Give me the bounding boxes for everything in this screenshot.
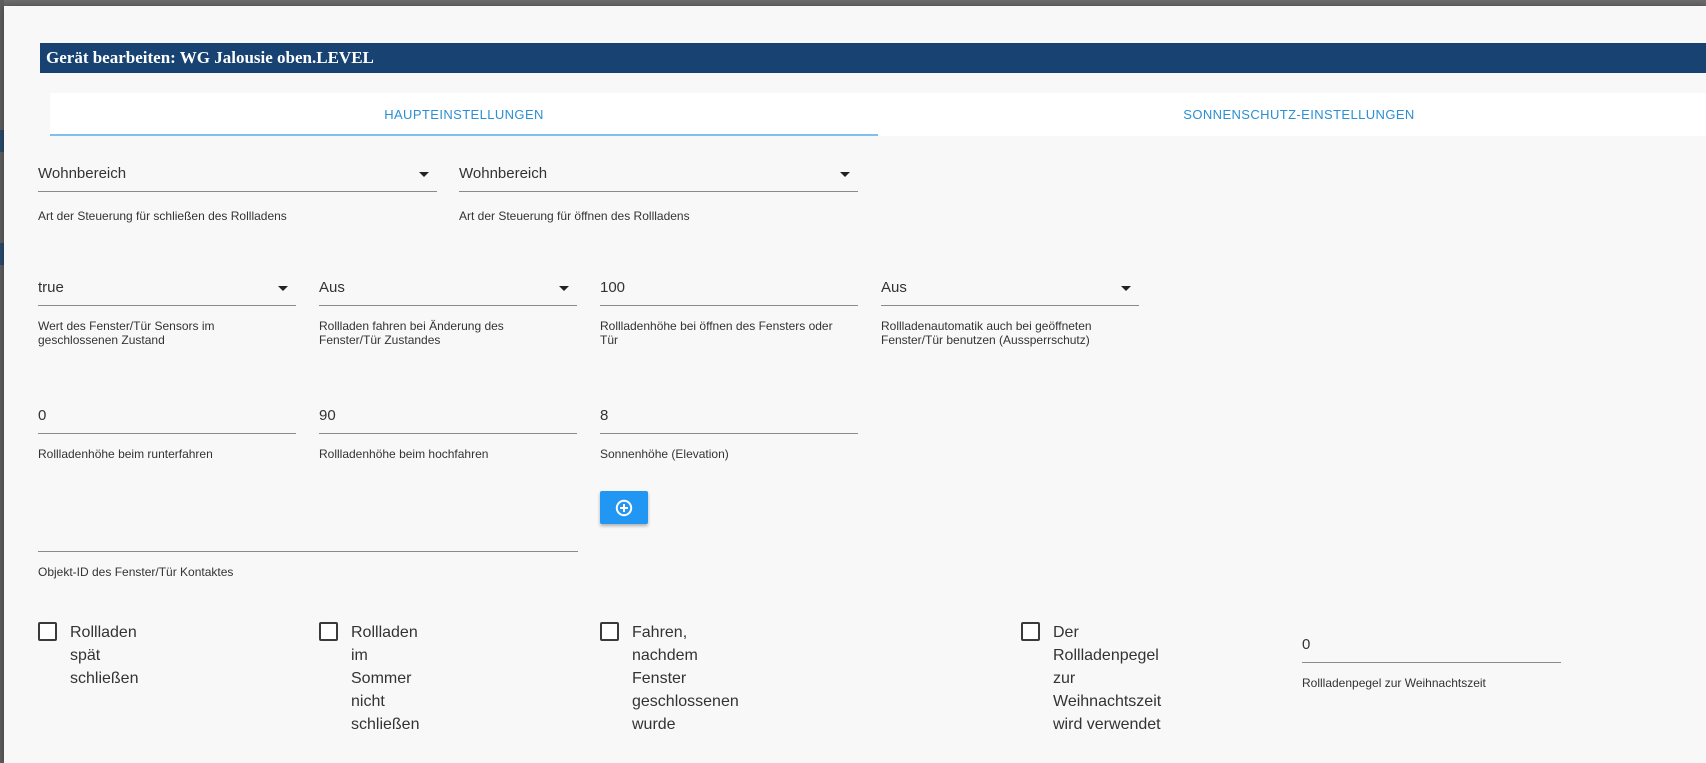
input-value: 8 — [600, 407, 609, 424]
select-value: Aus — [881, 279, 907, 296]
tab-bar: HAUPTEINSTELLUNGEN SONNENSCHUTZ-EINSTELL… — [50, 93, 1706, 136]
checkbox-label[interactable]: Fahren, nachdem Fenster geschlossenen wu… — [632, 621, 739, 736]
field-help: Objekt-ID des Fenster/Tür Kontaktes — [38, 565, 234, 579]
triangle-down-icon — [419, 172, 429, 177]
field-help: Sonnenhöhe (Elevation) — [600, 447, 729, 461]
help-line: Rollladenhöhe bei öffnen des Fensters od… — [600, 319, 833, 333]
field-help: Rollladen fahren bei Änderung des Fenste… — [319, 319, 504, 347]
tab-main-settings[interactable]: HAUPTEINSTELLUNGEN — [50, 93, 878, 136]
field-underline — [319, 305, 577, 306]
tab-sun-protection-settings[interactable]: SONNENSCHUTZ-EINSTELLUNGEN — [878, 93, 1706, 136]
select-value: Wohnbereich — [38, 165, 127, 182]
field-help: Art der Steuerung für öffnen des Rolllad… — [459, 209, 690, 223]
select-value: Wohnbereich — [459, 165, 548, 182]
checkbox-box[interactable] — [600, 622, 619, 641]
help-line: Wert des Fenster/Tür Sensors im — [38, 319, 215, 333]
checkbox-label[interactable]: Der Rollladenpegel zur Weihnachtszeit wi… — [1053, 621, 1161, 736]
field-underline — [600, 433, 858, 434]
plus-circle-icon — [615, 499, 633, 517]
input-value: 90 — [319, 407, 336, 424]
field-help: Rollladenhöhe bei öffnen des Fensters od… — [600, 319, 833, 347]
help-line: Rollladenautomatik auch bei geöffneten — [881, 319, 1092, 333]
field-underline — [600, 305, 858, 306]
label-line: Weihnachtszeit wird verwendet — [1053, 693, 1162, 733]
checkbox-label[interactable]: Rollladen spät schließen — [70, 621, 138, 690]
input-value: 0 — [1302, 636, 1311, 653]
help-line: Fenster/Tür Zustandes — [319, 333, 441, 347]
field-help: Rollladenhöhe beim hochfahren — [319, 447, 489, 461]
label-line: schließen — [351, 716, 420, 733]
field-underline — [38, 433, 296, 434]
select-value: true — [38, 279, 64, 296]
triangle-down-icon — [840, 172, 850, 177]
checkbox-box[interactable] — [319, 622, 338, 641]
select-value: Aus — [319, 279, 345, 296]
label-line: Der Rollladenpegel zur — [1053, 624, 1159, 687]
help-line: Tür — [600, 333, 618, 347]
help-line: geschlossenen Zustand — [38, 333, 165, 347]
edit-device-dialog: Gerät bearbeiten: WG Jalousie oben.LEVEL… — [4, 6, 1706, 763]
checkbox-box[interactable] — [38, 622, 57, 641]
field-help: Wert des Fenster/Tür Sensors im geschlos… — [38, 319, 215, 347]
label-line: Rollladen im Sommer nicht — [351, 624, 418, 710]
triangle-down-icon — [1121, 286, 1131, 291]
input-value: 0 — [38, 407, 47, 424]
field-underline — [459, 191, 858, 192]
help-line: Rollladen fahren bei Änderung des — [319, 319, 504, 333]
input-value: 100 — [600, 279, 626, 296]
field-help: Art der Steuerung für schließen des Roll… — [38, 209, 287, 223]
field-help: Rollladenpegel zur Weihnachtszeit — [1302, 676, 1486, 690]
field-underline — [319, 433, 577, 434]
triangle-down-icon — [278, 286, 288, 291]
checkbox-label[interactable]: Rollladen im Sommer nicht schließen — [351, 621, 419, 736]
field-underline — [1302, 662, 1561, 663]
checkbox-box[interactable] — [1021, 622, 1040, 641]
field-underline — [38, 305, 296, 306]
field-underline — [881, 305, 1139, 306]
field-underline — [38, 191, 437, 192]
add-button[interactable] — [600, 491, 648, 524]
field-help: Rollladenautomatik auch bei geöffneten F… — [881, 319, 1092, 347]
dialog-title: Gerät bearbeiten: WG Jalousie oben.LEVEL — [40, 43, 1706, 73]
field-underline — [38, 551, 578, 552]
help-line: Fenster/Tür benutzen (Aussperrschutz) — [881, 333, 1090, 347]
triangle-down-icon — [559, 286, 569, 291]
field-help: Rollladenhöhe beim runterfahren — [38, 447, 213, 461]
